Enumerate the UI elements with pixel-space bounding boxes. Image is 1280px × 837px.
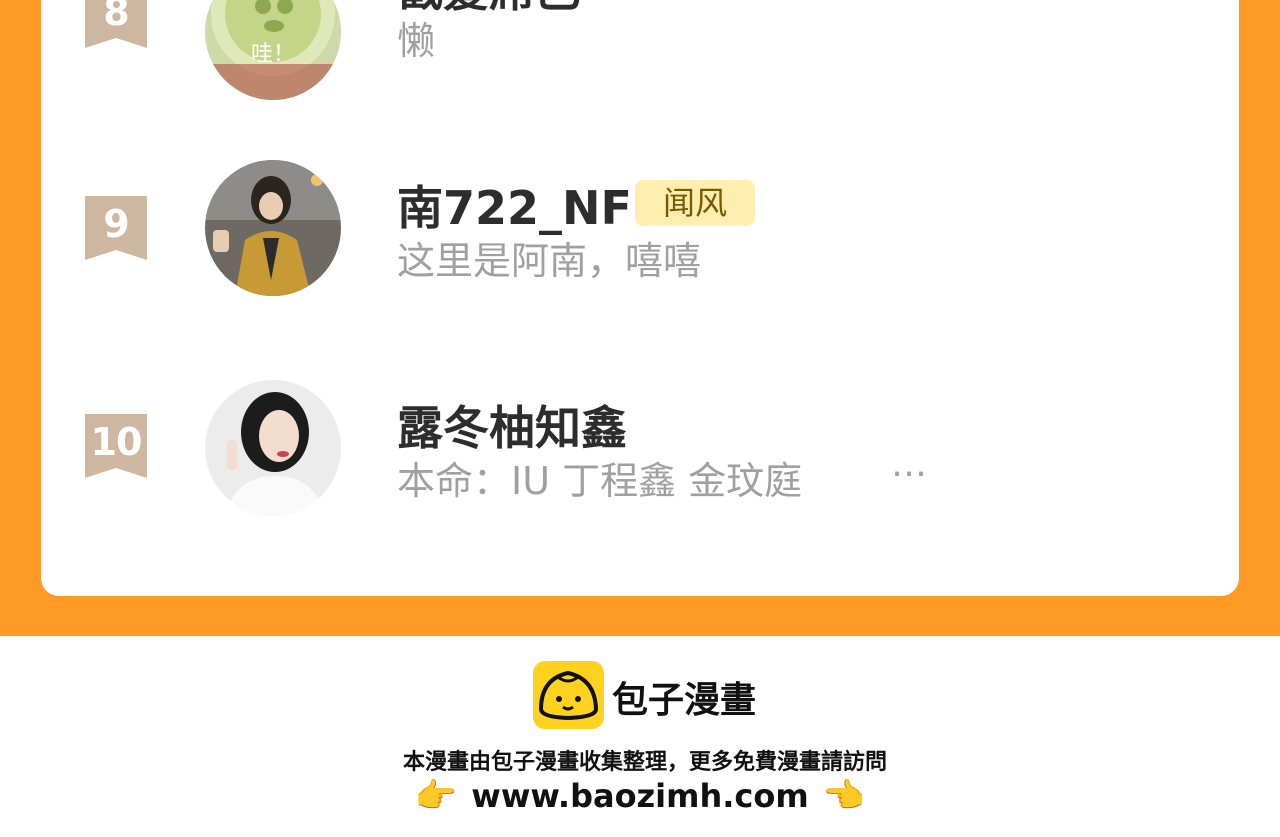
pointing-right-hand-icon: 👉: [414, 776, 458, 816]
rank-badge: 8: [85, 0, 147, 48]
ranking-card: 8 哇！ 戳髮屌巴 懒 9: [41, 0, 1239, 596]
rank-badge: 9: [85, 196, 147, 260]
list-item[interactable]: 9 南722_NF 闻风 这里是阿南，嘻嘻: [41, 158, 1239, 298]
anime-character-avatar-image: [205, 160, 341, 296]
avatar[interactable]: [205, 160, 341, 296]
footer-url-row: 👉 www.baozimh.com 👈: [0, 774, 1280, 818]
user-bio: 这里是阿南，嘻嘻: [397, 239, 702, 283]
bun-icon: [538, 670, 599, 721]
user-name[interactable]: 露冬柚知鑫: [397, 392, 627, 458]
avatar[interactable]: 哇！: [205, 0, 341, 100]
avatar-caption: 哇！: [250, 42, 295, 67]
rank-number: 10: [90, 420, 143, 464]
user-bio: 懒: [397, 19, 436, 63]
avatar[interactable]: [205, 380, 341, 516]
rank-number: 8: [103, 0, 129, 34]
footer-note: 本漫畫由包子漫畫收集整理，更多免費漫畫請訪問: [402, 750, 887, 775]
user-name[interactable]: 南722_NF: [397, 172, 632, 238]
girl-photo-avatar-image: [205, 380, 341, 516]
brand-name: 包子漫畫: [612, 680, 757, 721]
site-url-link[interactable]: www.baozimh.com: [471, 777, 808, 815]
list-item[interactable]: 10 露冬柚知鑫 本命：IU 丁程鑫 金玟庭 …: [41, 378, 1239, 518]
bio-ellipsis: …: [891, 444, 927, 485]
rank-number: 9: [103, 202, 129, 246]
user-bio: 本命：IU 丁程鑫 金玟庭: [397, 459, 803, 503]
pointing-left-hand-icon: 👈: [822, 776, 866, 816]
rank-badge: 10: [85, 414, 147, 478]
list-item[interactable]: 8 哇！ 戳髮屌巴 懒: [41, 0, 1239, 104]
baozi-logo-icon: [533, 661, 604, 729]
user-tag: 闻风: [635, 180, 756, 226]
